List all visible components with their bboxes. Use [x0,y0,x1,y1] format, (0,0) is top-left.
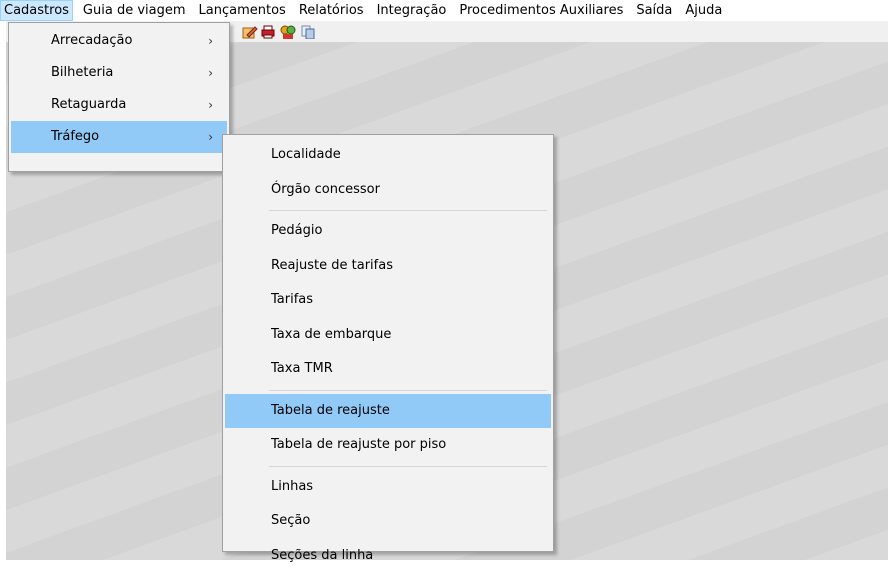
menu-item-label: Arrecadação [51,33,132,48]
menu-item-secao[interactable]: Seção [225,504,551,539]
menu-item-bilheteria[interactable]: Bilheteria › [11,57,227,89]
menu-item-label: Tráfego [51,129,99,144]
menu-item-orgao-concessor[interactable]: Órgão concessor [225,173,551,208]
menu-item-secoes-da-linha[interactable]: Seções da linha [225,539,551,573]
menu-lancamentos[interactable]: Lançamentos [196,0,289,21]
menu-separator [269,390,547,391]
users-icon[interactable] [280,25,296,39]
menu-saida[interactable]: Saída [633,0,675,21]
menu-item-linhas[interactable]: Linhas [225,470,551,505]
menu-item-taxa-de-embarque[interactable]: Taxa de embarque [225,318,551,353]
menu-item-tabela-de-reajuste[interactable]: Tabela de reajuste [225,394,551,429]
trafego-submenu: Localidade Órgão concessor Pedágio Reaju… [222,134,554,552]
menu-procedimentos-auxiliares[interactable]: Procedimentos Auxiliares [456,0,626,21]
chevron-right-icon: › [208,25,213,57]
menu-item-tarifas[interactable]: Tarifas [225,283,551,318]
menu-ajuda[interactable]: Ajuda [682,0,725,21]
menu-item-label: Bilheteria [51,65,113,80]
menu-integracao[interactable]: Integração [374,0,450,21]
menu-item-reajuste-de-tarifas[interactable]: Reajuste de tarifas [225,249,551,284]
cadastros-menu: Arrecadação › Bilheteria › Retaguarda › … [8,22,230,172]
chevron-right-icon: › [208,89,213,121]
menu-item-pedagio[interactable]: Pedágio [225,214,551,249]
menu-item-arrecadacao[interactable]: Arrecadação › [11,25,227,57]
menu-item-retaguarda[interactable]: Retaguarda › [11,89,227,121]
copy-icon[interactable] [300,25,316,39]
menu-item-tabela-de-reajuste-por-piso[interactable]: Tabela de reajuste por piso [225,428,551,463]
menu-item-localidade[interactable]: Localidade [225,138,551,173]
menu-guia-de-viagem[interactable]: Guia de viagem [80,0,189,21]
menu-cadastros[interactable]: Cadastros [0,0,73,21]
menu-relatorios[interactable]: Relatórios [296,0,367,21]
chevron-right-icon: › [208,57,213,89]
menubar: Cadastros Guia de viagem Lançamentos Rel… [0,0,888,22]
print-icon[interactable] [260,25,276,39]
menu-item-trafego[interactable]: Tráfego › [11,121,227,153]
menu-item-label: Retaguarda [51,97,126,112]
edit-icon[interactable] [242,25,258,39]
chevron-right-icon: › [208,121,213,153]
menu-separator [269,466,547,467]
menu-separator [269,210,547,211]
menu-item-taxa-tmr[interactable]: Taxa TMR [225,352,551,387]
